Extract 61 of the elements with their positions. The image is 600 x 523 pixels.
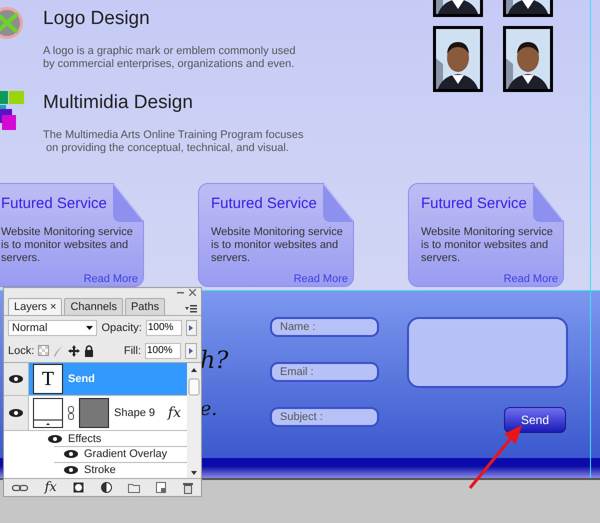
opacity-label: Opacity: xyxy=(101,322,142,334)
message-field[interactable] xyxy=(407,317,568,388)
trash-icon[interactable] xyxy=(182,482,193,494)
card-title: Futured Service xyxy=(1,195,108,212)
blend-mode-dropdown[interactable]: Normal xyxy=(8,320,98,336)
close-icon[interactable] xyxy=(189,289,196,296)
checkerboard-icon[interactable] xyxy=(38,345,50,356)
layer-name: Shape 9 xyxy=(114,407,155,420)
input-field[interactable]: Subject : xyxy=(270,407,379,427)
fx-button[interactable]: fx xyxy=(44,480,57,495)
eye-icon xyxy=(64,450,78,458)
squares-icon xyxy=(0,91,24,131)
card-title: Futured Service xyxy=(421,195,528,212)
panel-menu-icon[interactable] xyxy=(185,305,197,313)
text-layer-thumbnail: T xyxy=(33,364,63,394)
right-arrow-icon xyxy=(188,346,194,354)
mask-icon[interactable] xyxy=(73,482,84,493)
layer-row[interactable]: Shape 9 fx xyxy=(4,396,187,432)
x-logo-icon xyxy=(0,6,24,40)
feature-description: The Multimedia Arts Online Training Program focuses on providing the conceptual, technical, and visual. xyxy=(43,129,304,155)
adjustment-icon[interactable] xyxy=(100,482,112,493)
panel-tab[interactable]: Channels xyxy=(64,298,123,315)
fx-label: fx xyxy=(168,405,181,422)
feature-description: A logo is a graphic mark or emblem commonly used by commercial enterprises, organizations and even. xyxy=(43,45,296,71)
feature-title: Logo Design xyxy=(43,7,151,31)
send-button[interactable]: Send xyxy=(504,407,566,433)
eye-icon xyxy=(64,466,78,474)
arrow-button[interactable] xyxy=(186,320,197,336)
effect-name: Gradient Overlay xyxy=(84,448,168,460)
effect-name: Stroke xyxy=(84,464,116,476)
fill-label: Fill: xyxy=(124,344,141,356)
effects-label: Effects xyxy=(68,432,102,445)
link-icon[interactable] xyxy=(12,484,28,492)
new-layer-icon[interactable] xyxy=(156,482,166,493)
chain-icon xyxy=(68,406,74,420)
card-title: Futured Service xyxy=(211,195,318,212)
fill-field[interactable]: 100% xyxy=(145,342,181,358)
card-text: Website Monitoring service is to monitor websites and servers. xyxy=(1,226,134,265)
script-heading: h? xyxy=(200,346,230,374)
input-field[interactable]: Name : xyxy=(270,317,379,337)
feature-title: Multimidia Design xyxy=(43,91,194,115)
move-icon[interactable] xyxy=(68,344,80,356)
folder-icon[interactable] xyxy=(128,482,140,492)
minimize-icon[interactable] xyxy=(177,289,184,296)
arrow-button[interactable] xyxy=(185,342,197,358)
mask-thumbnail xyxy=(79,398,109,428)
right-arrow-icon xyxy=(188,324,194,332)
card-text: Website Monitoring service is to monitor websites and servers. xyxy=(211,226,344,265)
eye-icon xyxy=(48,434,62,443)
lock-icon[interactable] xyxy=(84,344,94,356)
input-field[interactable]: Email : xyxy=(270,362,379,382)
lock-label: Lock: xyxy=(8,344,34,356)
opacity-field[interactable]: 100% xyxy=(146,320,182,336)
panel-tab[interactable]: Paths xyxy=(124,298,166,315)
scrollbar[interactable] xyxy=(187,363,201,478)
layer-name: Send xyxy=(68,373,95,386)
tab-close-button[interactable]: × xyxy=(50,301,56,313)
caret-icon xyxy=(86,326,94,330)
card-text: Website Monitoring service is to monitor websites and servers. xyxy=(421,226,554,265)
layer-thumbnail xyxy=(33,398,63,428)
panel-tab[interactable]: Layers × xyxy=(8,298,62,315)
